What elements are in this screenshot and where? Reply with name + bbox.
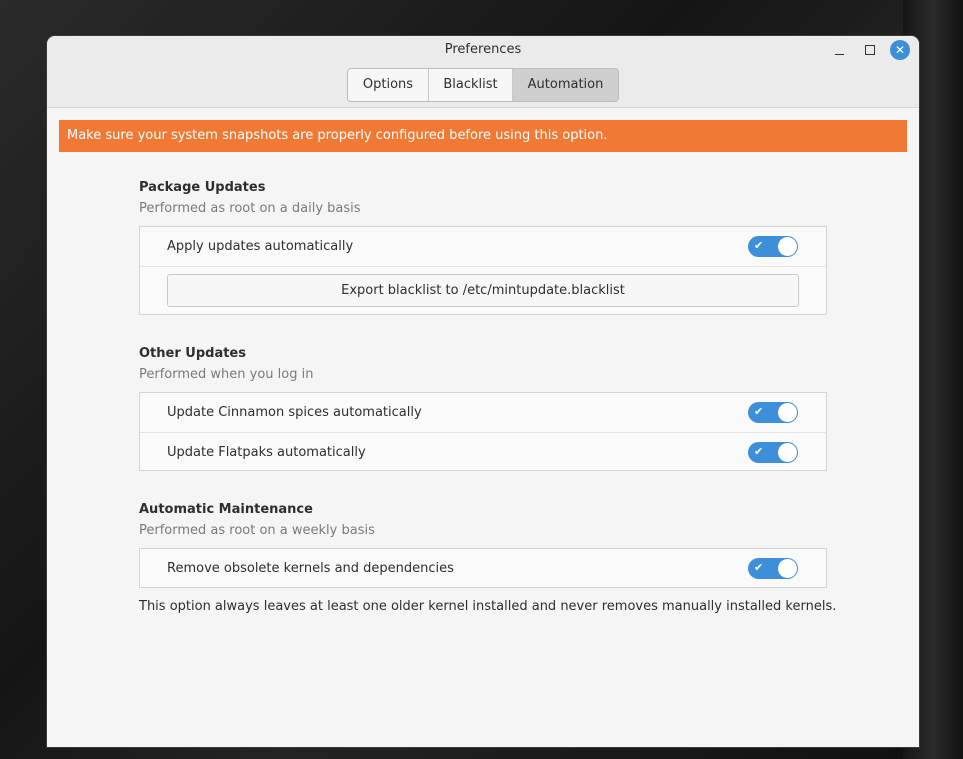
export-blacklist-button[interactable]: Export blacklist to /etc/mintupdate.blac… [167, 274, 799, 307]
apply-updates-label: Apply updates automatically [167, 239, 354, 254]
kernels-switch[interactable]: ✔ [748, 558, 798, 579]
package-updates-title: Package Updates [139, 180, 266, 195]
cinnamon-row: Update Cinnamon spices automatically ✔ [140, 393, 826, 433]
cinnamon-label: Update Cinnamon spices automatically [167, 405, 422, 420]
kernels-label: Remove obsolete kernels and dependencies [167, 561, 454, 576]
tab-options[interactable]: Options [348, 69, 429, 101]
check-icon: ✔ [754, 405, 764, 418]
package-updates-subtitle: Performed as root on a daily basis [139, 201, 361, 216]
close-icon: ✕ [894, 43, 906, 57]
tab-blacklist[interactable]: Blacklist [429, 69, 513, 101]
minimize-icon [834, 46, 844, 55]
package-updates-box: Apply updates automatically ✔ Export bla… [139, 226, 827, 315]
tab-automation[interactable]: Automation [513, 69, 618, 101]
maintenance-subtitle: Performed as root on a weekly basis [139, 523, 375, 538]
minimize-button[interactable] [829, 40, 849, 60]
kernel-note: This option always leaves at least one o… [139, 599, 837, 614]
check-icon: ✔ [754, 445, 764, 458]
maximize-button[interactable] [860, 40, 880, 60]
maximize-icon [865, 45, 875, 55]
switch-knob [778, 559, 797, 578]
window-title: Preferences [444, 42, 522, 57]
maintenance-box: Remove obsolete kernels and dependencies… [139, 548, 827, 588]
check-icon: ✔ [754, 239, 764, 252]
apply-updates-row: Apply updates automatically ✔ [140, 227, 826, 267]
flatpaks-switch[interactable]: ✔ [748, 442, 798, 463]
titlebar: Preferences ✕ Options Blacklist Automati… [47, 36, 919, 108]
switch-knob [778, 443, 797, 462]
close-button[interactable]: ✕ [890, 40, 910, 60]
warning-banner: Make sure your system snapshots are prop… [59, 120, 907, 152]
other-updates-title: Other Updates [139, 346, 246, 361]
preferences-window: Preferences ✕ Options Blacklist Automati… [47, 36, 919, 747]
flatpaks-label: Update Flatpaks automatically [167, 445, 366, 460]
other-updates-box: Update Cinnamon spices automatically ✔ U… [139, 392, 827, 471]
kernels-row: Remove obsolete kernels and dependencies… [140, 549, 826, 588]
switch-knob [778, 403, 797, 422]
export-row: Export blacklist to /etc/mintupdate.blac… [140, 267, 826, 315]
switch-knob [778, 237, 797, 256]
flatpaks-row: Update Flatpaks automatically ✔ [140, 433, 826, 472]
tab-bar: Options Blacklist Automation [347, 68, 619, 102]
other-updates-subtitle: Performed when you log in [139, 367, 314, 382]
maintenance-title: Automatic Maintenance [139, 502, 313, 517]
apply-updates-switch[interactable]: ✔ [748, 236, 798, 257]
cinnamon-switch[interactable]: ✔ [748, 402, 798, 423]
check-icon: ✔ [754, 561, 764, 574]
